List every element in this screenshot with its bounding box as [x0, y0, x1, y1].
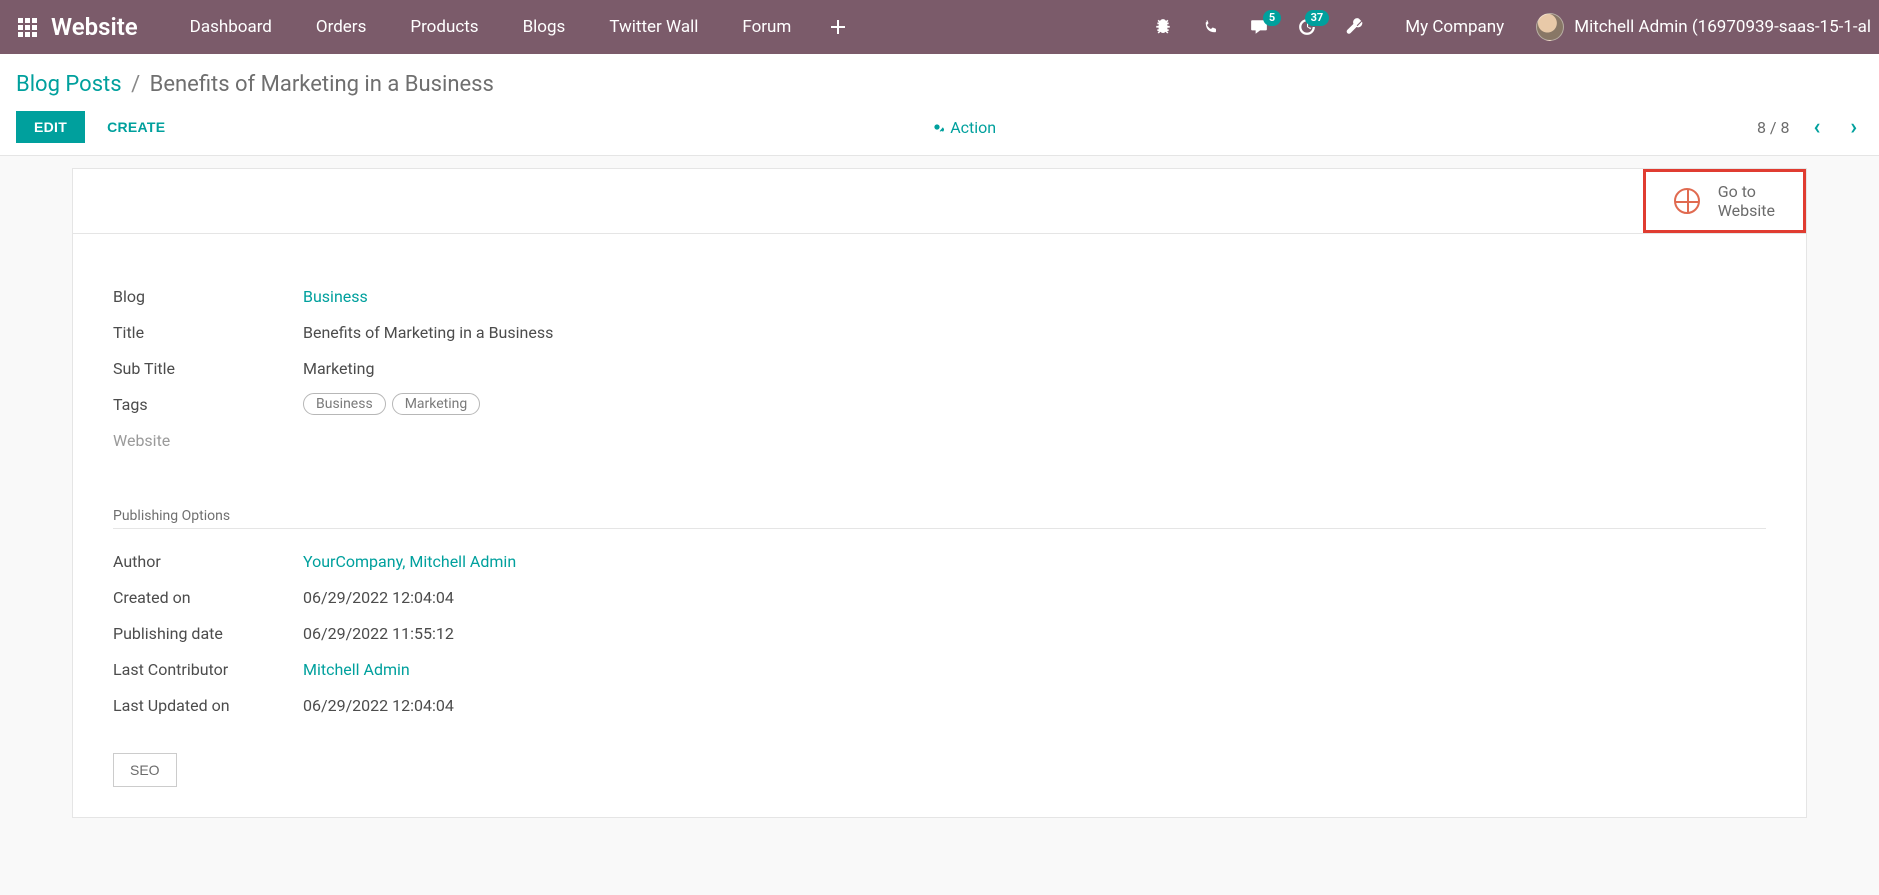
seo-button[interactable]: SEO	[113, 753, 177, 787]
value-pubdate: 06/29/2022 11:55:12	[303, 624, 454, 643]
section-separator	[113, 528, 1766, 529]
company-selector[interactable]: My Company	[1405, 17, 1504, 37]
systray: 5 37 My Company Mitchell Admin (16970939…	[1145, 0, 1871, 54]
activities-badge: 37	[1305, 10, 1330, 26]
label-lastcontrib: Last Contributor	[113, 660, 303, 679]
value-lastupdated: 06/29/2022 12:04:04	[303, 696, 454, 715]
menu-twitter-wall[interactable]: Twitter Wall	[587, 0, 720, 54]
goto-line1: Go to	[1718, 182, 1775, 201]
value-title: Benefits of Marketing in a Business	[303, 323, 553, 342]
value-created: 06/29/2022 12:04:04	[303, 588, 454, 607]
bug-icon[interactable]	[1145, 0, 1181, 54]
value-lastcontrib[interactable]: Mitchell Admin	[303, 660, 410, 679]
action-label: Action	[950, 118, 996, 137]
breadcrumb-sep: /	[131, 72, 140, 97]
pager-prev-icon[interactable]: ‹	[1807, 115, 1826, 140]
gear-icon	[930, 120, 944, 134]
breadcrumb-root[interactable]: Blog Posts	[16, 72, 122, 97]
activities-icon[interactable]: 37	[1289, 0, 1325, 54]
add-menu-icon[interactable]	[813, 20, 863, 34]
label-created: Created on	[113, 588, 303, 607]
label-website: Website	[113, 431, 303, 450]
create-button[interactable]: CREATE	[103, 111, 169, 143]
label-title: Title	[113, 323, 303, 342]
pager: 8 / 8 ‹ ›	[1757, 115, 1863, 140]
main-menu: Dashboard Orders Products Blogs Twitter …	[168, 0, 814, 54]
globe-icon	[1674, 188, 1700, 214]
breadcrumb-current: Benefits of Marketing in a Business	[150, 72, 494, 97]
action-dropdown[interactable]: Action	[930, 118, 996, 137]
messages-icon[interactable]: 5	[1241, 0, 1277, 54]
tag-item[interactable]: Marketing	[392, 393, 481, 415]
label-subtitle: Sub Title	[113, 359, 303, 378]
menu-orders[interactable]: Orders	[294, 0, 388, 54]
menu-dashboard[interactable]: Dashboard	[168, 0, 294, 54]
menu-blogs[interactable]: Blogs	[501, 0, 588, 54]
go-to-website-button[interactable]: Go to Website	[1643, 169, 1806, 233]
user-menu[interactable]: Mitchell Admin (16970939-saas-15-1-al	[1536, 13, 1871, 41]
value-blog[interactable]: Business	[303, 287, 368, 306]
label-lastupdated: Last Updated on	[113, 696, 303, 715]
pager-count: 8 / 8	[1757, 118, 1790, 137]
breadcrumb: Blog Posts / Benefits of Marketing in a …	[16, 72, 1863, 97]
tag-item[interactable]: Business	[303, 393, 386, 415]
brand-title[interactable]: Website	[51, 13, 138, 41]
label-author: Author	[113, 552, 303, 571]
username: Mitchell Admin (16970939-saas-15-1-al	[1574, 17, 1871, 37]
edit-button[interactable]: EDIT	[16, 111, 85, 143]
label-tags: Tags	[113, 395, 303, 414]
pager-next-icon[interactable]: ›	[1844, 115, 1863, 140]
tools-icon[interactable]	[1337, 0, 1373, 54]
section-publishing-title: Publishing Options	[113, 508, 1766, 524]
apps-icon[interactable]	[18, 18, 37, 37]
label-pubdate: Publishing date	[113, 624, 303, 643]
value-author[interactable]: YourCompany, Mitchell Admin	[303, 552, 516, 571]
top-navbar: Website Dashboard Orders Products Blogs …	[0, 0, 1879, 54]
menu-forum[interactable]: Forum	[720, 0, 813, 54]
label-blog: Blog	[113, 287, 303, 306]
value-tags: Business Marketing	[303, 393, 480, 415]
value-subtitle: Marketing	[303, 359, 374, 378]
control-panel: Blog Posts / Benefits of Marketing in a …	[0, 54, 1879, 156]
messages-badge: 5	[1263, 10, 1281, 26]
phone-icon[interactable]	[1193, 0, 1229, 54]
avatar	[1536, 13, 1564, 41]
form-sheet: Go to Website Blog Business Title Benefi…	[72, 168, 1807, 818]
menu-products[interactable]: Products	[388, 0, 500, 54]
goto-line2: Website	[1718, 201, 1775, 220]
